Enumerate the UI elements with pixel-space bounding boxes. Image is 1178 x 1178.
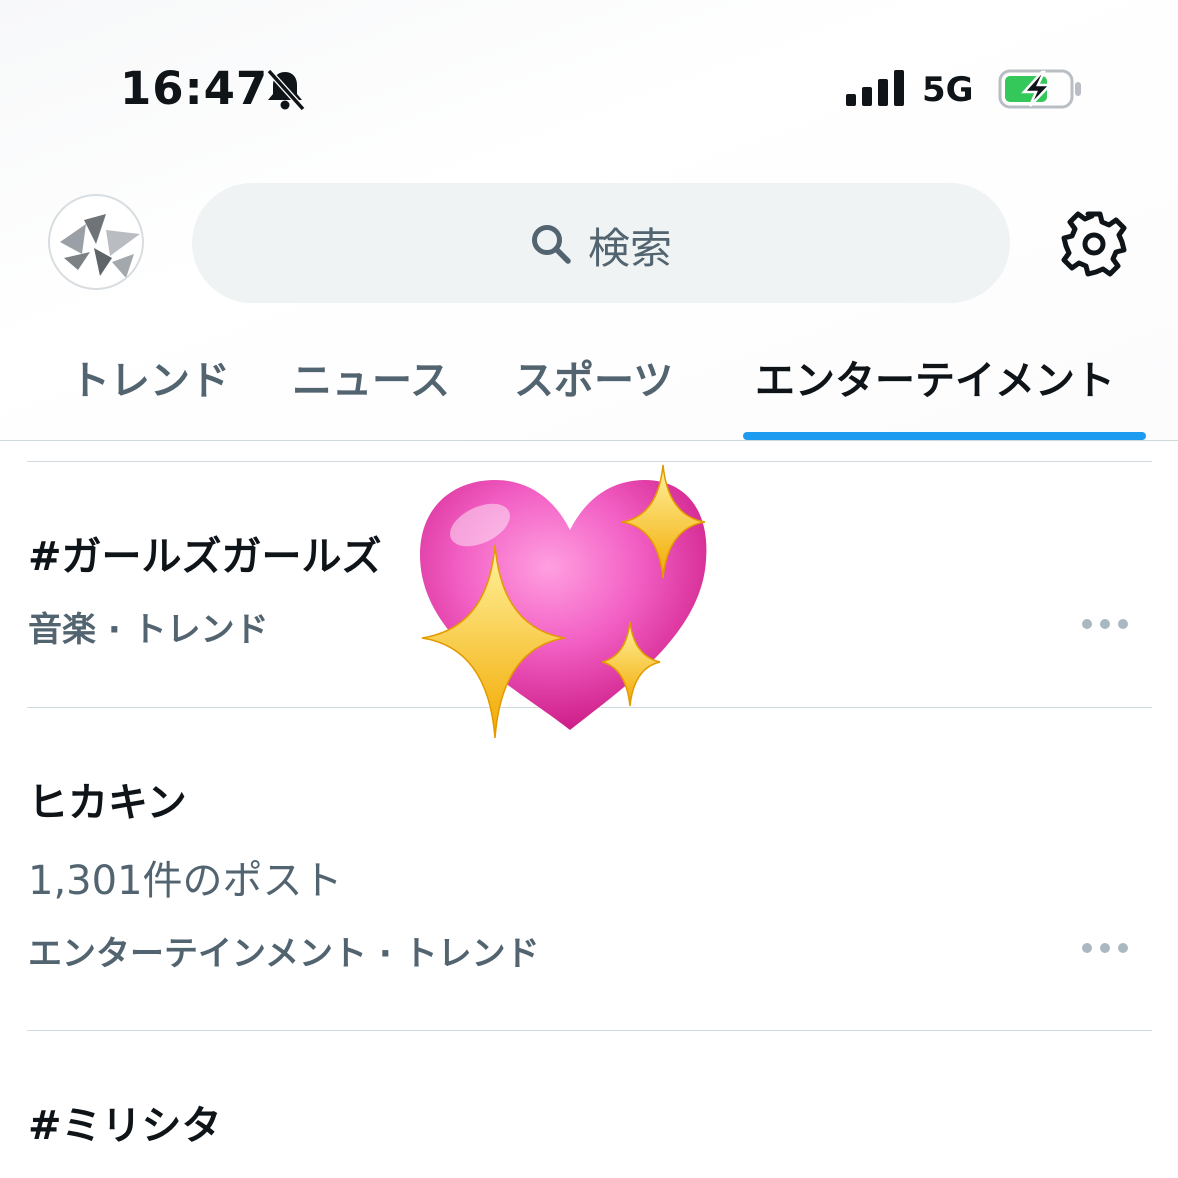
search-icon [532,225,571,264]
trend-title: #ミリシタ [28,1103,222,1149]
search-placeholder: 検索 [588,224,673,273]
battery-charging-icon [998,69,1081,109]
sparkling-heart-icon [420,464,707,739]
trend-post-count: 1,301件のポスト [28,858,343,904]
avatar-pattern-icon [60,214,140,278]
tab-news[interactable]: ニュース [292,348,450,406]
tab-sports[interactable]: スポーツ [514,348,673,406]
search-bar[interactable]: 検索 [192,183,1010,303]
bell-slash-icon [266,68,306,112]
trend-title: ヒカキン [28,780,187,826]
divider [27,1030,1152,1031]
more-icon[interactable] [1082,617,1128,631]
trend-title: #ガールズガールズ [28,534,382,580]
status-time: 16:47 [120,62,269,115]
tab-entertainment[interactable]: エンターテイメント [755,348,1115,406]
signal-icon [846,70,906,106]
network-type: 5G [922,70,974,110]
active-tab-indicator [743,432,1146,440]
trend-category: 音楽 · トレンド [28,610,269,650]
tabs-divider [0,440,1178,441]
gear-icon[interactable] [1060,210,1128,278]
profile-avatar[interactable] [48,194,144,290]
tab-trends[interactable]: トレンド [70,348,230,406]
more-icon[interactable] [1082,941,1128,955]
trend-category: エンターテインメント · トレンド [28,934,540,974]
